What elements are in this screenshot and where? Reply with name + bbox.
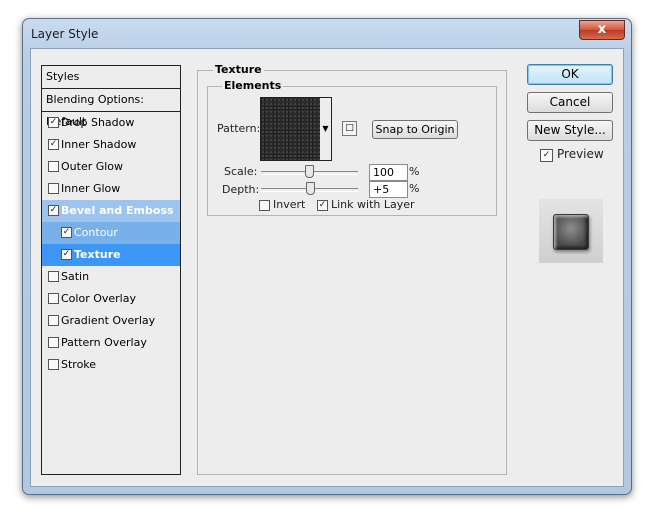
style-item-label: Color Overlay xyxy=(61,292,136,305)
drop-shadow-checkbox[interactable] xyxy=(48,117,59,128)
contour-checkbox[interactable] xyxy=(61,227,72,238)
invert-checkbox[interactable] xyxy=(259,200,270,211)
style-item-bevel-and-emboss[interactable]: Bevel and Emboss xyxy=(42,200,180,222)
dialog-client-area: Styles Blending Options: Default Drop Sh… xyxy=(30,48,624,487)
inner-shadow-checkbox[interactable] xyxy=(48,139,59,150)
style-item-texture[interactable]: Texture xyxy=(42,244,180,266)
style-item-label: Inner Shadow xyxy=(61,138,137,151)
invert-label[interactable]: Invert xyxy=(273,198,305,211)
window-title: Layer Style xyxy=(31,27,99,41)
style-item-label: Satin xyxy=(61,270,90,283)
new-style-button[interactable]: New Style... xyxy=(527,120,613,141)
outer-glow-checkbox[interactable] xyxy=(48,161,59,172)
cancel-button[interactable]: Cancel xyxy=(527,92,613,113)
pattern-dropdown-arrow-icon[interactable]: ▼ xyxy=(320,97,332,161)
scale-unit: % xyxy=(409,165,420,178)
style-item-label: Pattern Overlay xyxy=(61,336,147,349)
style-item-label: Gradient Overlay xyxy=(61,314,156,327)
style-item-label: Stroke xyxy=(61,358,97,371)
texture-checkbox[interactable] xyxy=(61,249,72,260)
style-item-drop-shadow[interactable]: Drop Shadow xyxy=(42,112,180,134)
style-item-label: Drop Shadow xyxy=(61,116,135,129)
style-preview xyxy=(539,199,603,263)
scale-label: Scale: xyxy=(224,165,258,178)
depth-input[interactable]: +5 xyxy=(369,181,408,198)
scale-input[interactable]: 100 xyxy=(369,164,408,181)
depth-unit: % xyxy=(409,182,420,195)
link-with-layer-label[interactable]: Link with Layer xyxy=(331,198,415,211)
pattern-swatch[interactable] xyxy=(260,97,322,161)
styles-list: Styles Blending Options: Default Drop Sh… xyxy=(41,65,181,475)
pattern-label: Pattern: xyxy=(217,122,261,135)
style-item-label: Texture xyxy=(74,248,121,261)
snap-to-origin-button[interactable]: Snap to Origin xyxy=(372,120,458,139)
depth-slider-thumb[interactable] xyxy=(306,182,315,195)
style-item-color-overlay[interactable]: Color Overlay xyxy=(42,288,180,310)
link-with-layer-checkbox[interactable] xyxy=(317,200,328,211)
gradient-overlay-checkbox[interactable] xyxy=(48,315,59,326)
ok-button[interactable]: OK xyxy=(527,64,613,85)
elements-group-box xyxy=(207,86,497,216)
styles-header[interactable]: Styles xyxy=(42,66,180,89)
style-item-inner-shadow[interactable]: Inner Shadow xyxy=(42,134,180,156)
style-item-label: Contour xyxy=(74,226,118,239)
preview-thumbnail xyxy=(553,214,589,250)
new-preset-icon[interactable]: □ xyxy=(342,121,357,136)
inner-glow-checkbox[interactable] xyxy=(48,183,59,194)
scale-slider-thumb[interactable] xyxy=(305,165,314,178)
layer-style-dialog: Layer Style x Styles Blending Options: D… xyxy=(22,18,632,495)
style-item-label: Inner Glow xyxy=(61,182,121,195)
satin-checkbox[interactable] xyxy=(48,271,59,282)
color-overlay-checkbox[interactable] xyxy=(48,293,59,304)
style-item-gradient-overlay[interactable]: Gradient Overlay xyxy=(42,310,180,332)
bevel-and-emboss-checkbox[interactable] xyxy=(48,205,59,216)
close-button[interactable]: x xyxy=(579,20,625,40)
elements-group-title: Elements xyxy=(222,79,284,92)
preview-label[interactable]: Preview xyxy=(557,147,604,161)
style-item-label: Bevel and Emboss xyxy=(61,204,174,217)
texture-group-title: Texture xyxy=(213,63,264,76)
style-item-label: Outer Glow xyxy=(61,160,124,173)
blending-options-item[interactable]: Blending Options: Default xyxy=(42,89,180,128)
style-item-pattern-overlay[interactable]: Pattern Overlay xyxy=(42,332,180,354)
style-item-inner-glow[interactable]: Inner Glow xyxy=(42,178,180,200)
style-item-contour[interactable]: Contour xyxy=(42,222,180,244)
style-item-satin[interactable]: Satin xyxy=(42,266,180,288)
depth-label: Depth: xyxy=(222,183,260,196)
preview-checkbox[interactable] xyxy=(540,149,553,162)
style-item-outer-glow[interactable]: Outer Glow xyxy=(42,156,180,178)
pattern-overlay-checkbox[interactable] xyxy=(48,337,59,348)
style-item-stroke[interactable]: Stroke xyxy=(42,354,180,376)
stroke-checkbox[interactable] xyxy=(48,359,59,370)
